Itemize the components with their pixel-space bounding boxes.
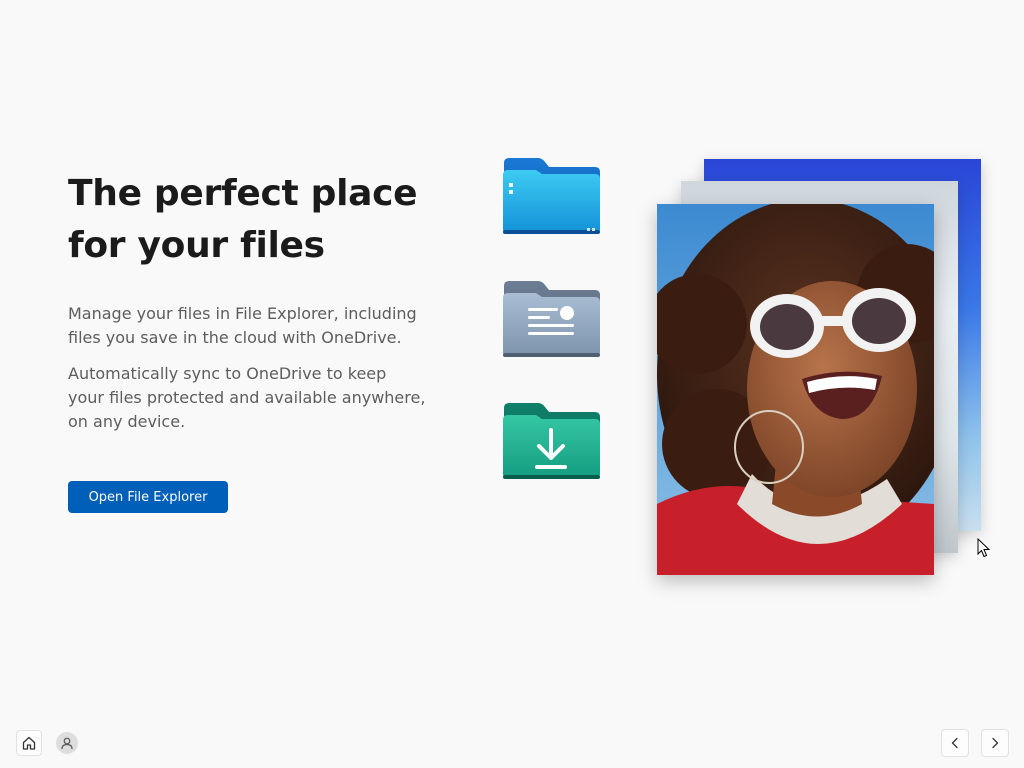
user-account-button[interactable] xyxy=(56,732,78,754)
page-title: The perfect place for your files xyxy=(68,168,448,272)
chevron-left-icon xyxy=(951,737,958,749)
description-paragraph-1: Manage your files in File Explorer, incl… xyxy=(68,302,428,350)
next-button[interactable] xyxy=(981,729,1009,757)
welcome-page: The perfect place for your files Manage … xyxy=(0,0,1024,768)
page-title-line-2: for your files xyxy=(68,225,325,266)
photo-stack xyxy=(650,150,990,590)
open-file-explorer-button[interactable]: Open File Explorer xyxy=(68,481,228,513)
page-title-line-1: The perfect place xyxy=(68,173,418,214)
documents-folder-icon xyxy=(502,280,601,358)
user-icon xyxy=(61,737,73,750)
description-2-line-2: your files protected and available anywh… xyxy=(68,388,426,407)
description-paragraph-2: Automatically sync to OneDrive to keep y… xyxy=(68,362,428,434)
description-1-line-1: Manage your files in File Explorer, incl… xyxy=(68,304,417,323)
previous-button[interactable] xyxy=(941,729,969,757)
description-2-line-3: on any device. xyxy=(68,412,186,431)
home-button[interactable] xyxy=(16,730,42,756)
description-2-line-1: Automatically sync to OneDrive to keep xyxy=(68,364,387,383)
mouse-cursor-icon xyxy=(977,538,991,558)
downloads-folder-icon xyxy=(502,402,601,480)
home-icon xyxy=(22,736,36,750)
description-1-line-2: files you save in the cloud with OneDriv… xyxy=(68,328,402,347)
chevron-right-icon xyxy=(992,737,999,749)
portrait-photo xyxy=(657,204,934,575)
folder-icon xyxy=(502,157,601,235)
